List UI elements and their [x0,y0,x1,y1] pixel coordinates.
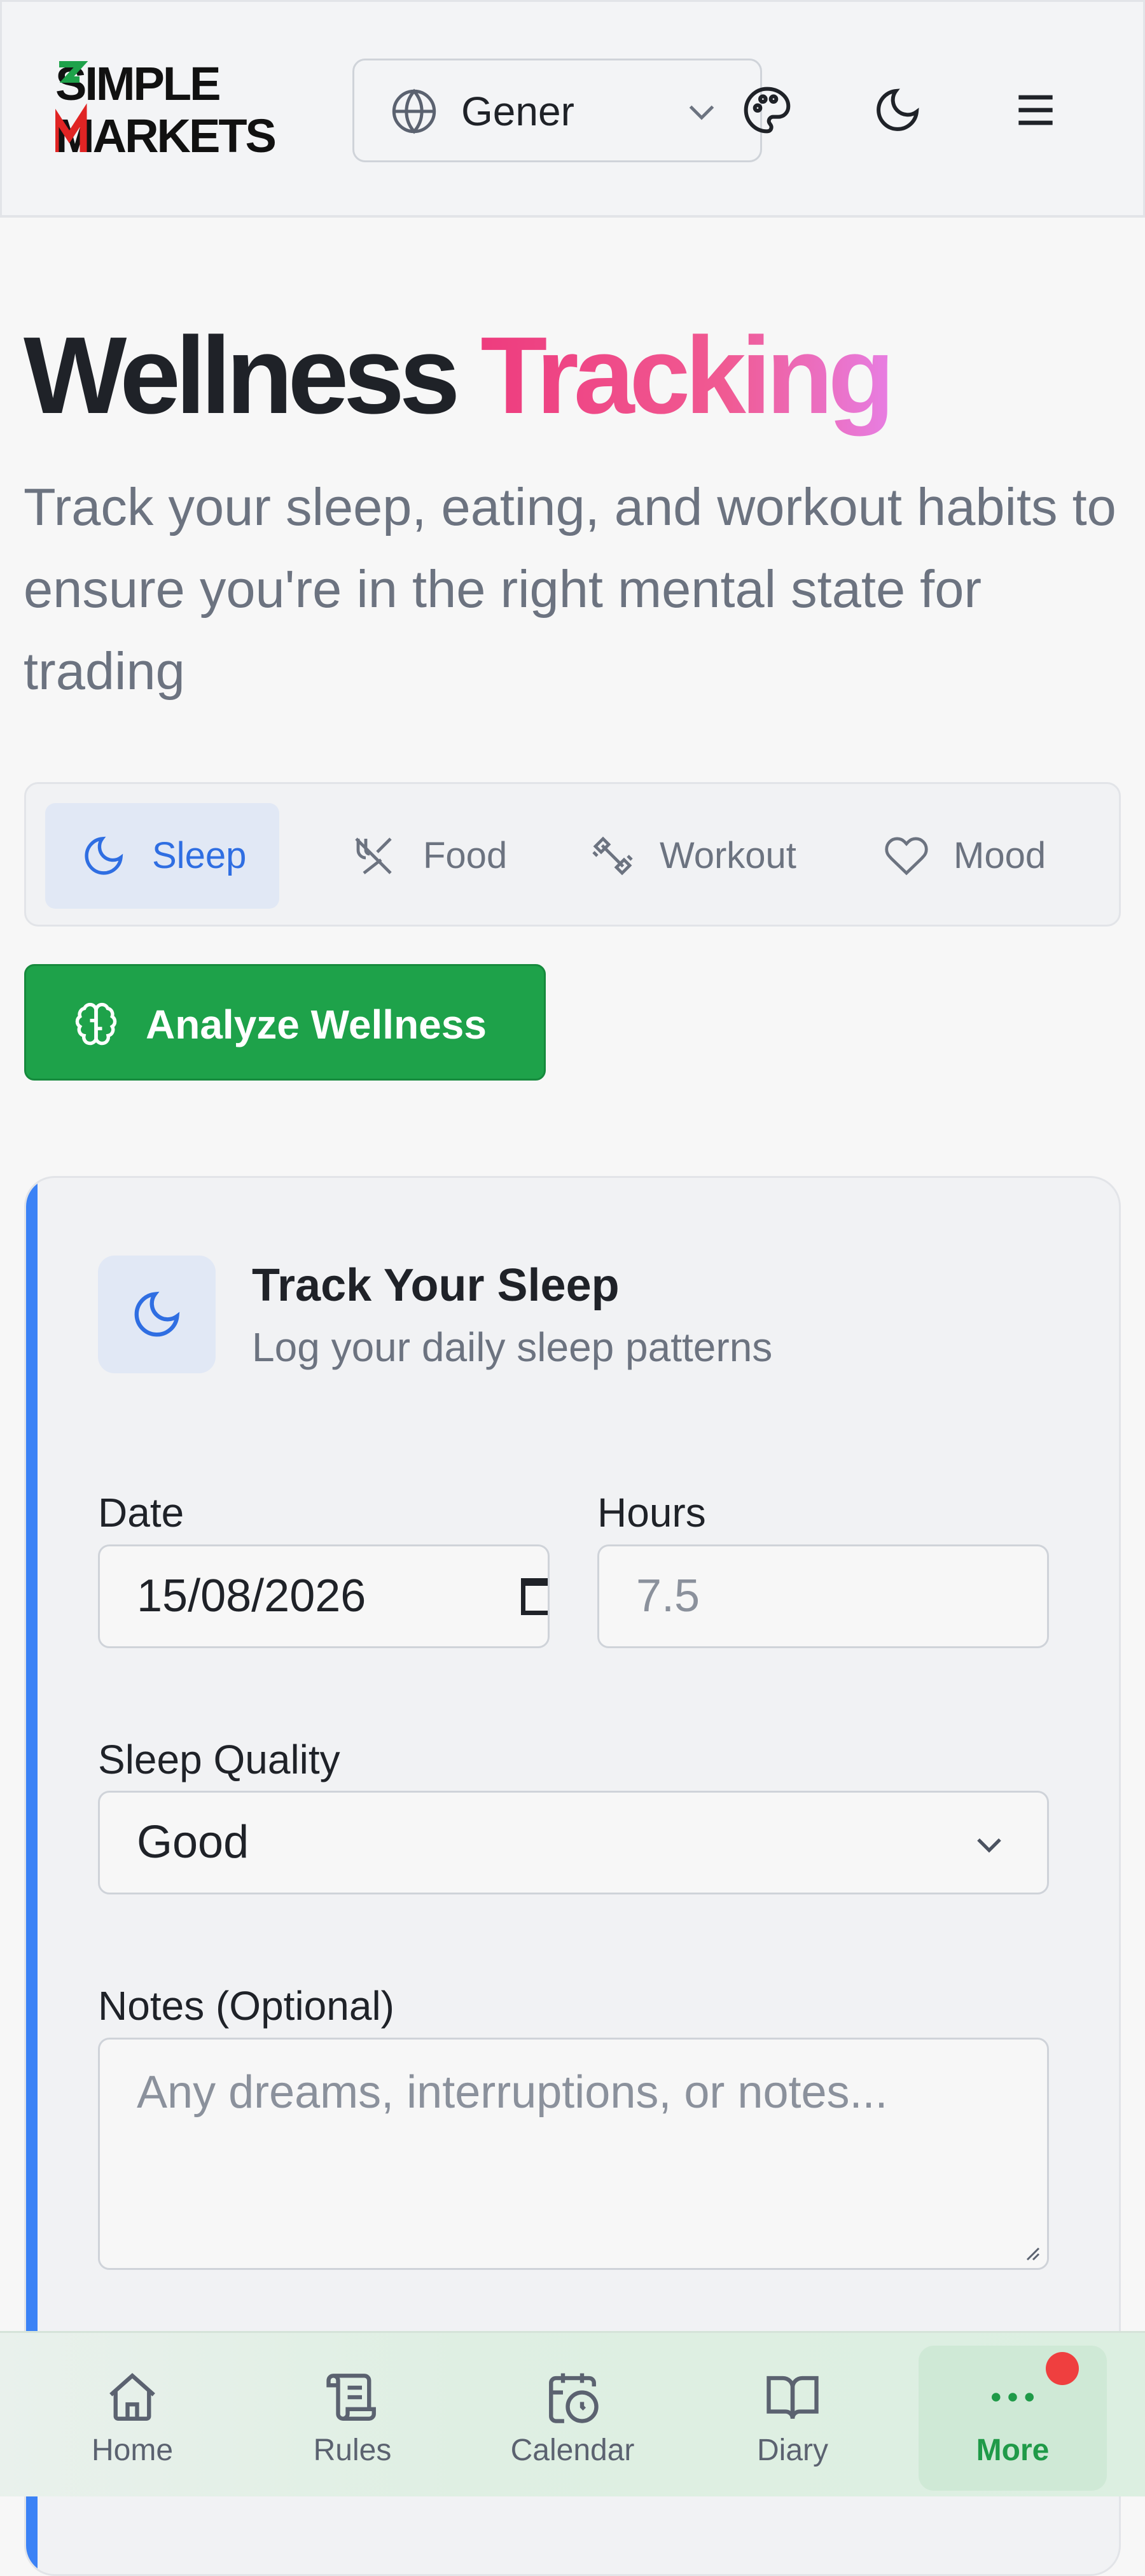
heart-icon [885,837,928,876]
palette-icon[interactable] [742,85,793,136]
book-open-icon [767,2376,819,2419]
calendar-picker-icon[interactable] [521,1578,548,1615]
svg-text:MARKETS: MARKETS [55,109,275,156]
nav-more-label: More [976,2433,1050,2467]
notification-badge [1046,2352,1079,2385]
notes-placeholder: Any dreams, interruptions, or notes... [137,2067,888,2118]
date-input[interactable]: 15/08/2026 [98,1544,550,1648]
hours-label: Hours [597,1490,706,1536]
nav-diary-label: Diary [756,2433,828,2467]
tab-overflow[interactable] [1107,803,1119,909]
page-title-main: Wellness [24,314,461,437]
wellness-tabs: Sleep Food Workout Mood [24,782,1121,927]
tab-sleep[interactable]: Sleep [45,803,279,909]
brain-icon [75,1002,117,1046]
nav-calendar[interactable]: Calendar [477,2346,668,2486]
dark-mode-moon-icon[interactable] [872,85,923,136]
resize-handle-icon[interactable] [1022,2243,1041,2262]
page-subtitle: Track your sleep, eating, and workout ha… [24,477,1116,701]
app-header: SIMPLE MARKETS Gener [0,0,1145,218]
scroll-icon [326,2374,376,2421]
simple-markets-logo[interactable]: SIMPLE MARKETS [55,60,301,156]
menu-icon[interactable] [1010,85,1061,136]
language-select-value: Gener [461,88,574,134]
card-icon-box [98,1256,216,1373]
analyze-wellness-button[interactable]: Analyze Wellness [24,964,546,1081]
calendar-clock-icon [549,2373,599,2423]
chevron-down-icon [977,1838,1001,1853]
nav-home[interactable]: Home [37,2346,228,2486]
page-title: Wellness Tracking [24,312,895,439]
dumbbell-icon [592,836,633,876]
date-input-value: 15/08/2026 [137,1571,366,1621]
sleep-quality-value: Good [137,1817,249,1868]
card-title: Track Your Sleep [252,1260,620,1311]
tab-food-label: Food [423,835,508,876]
notes-label: Notes (Optional) [98,1983,394,2029]
language-select[interactable]: Gener [352,59,762,162]
nav-rules-label: Rules [313,2433,392,2467]
card-subtitle: Log your daily sleep patterns [252,1324,773,1370]
tab-sleep-label: Sleep [152,835,247,876]
nav-calendar-label: Calendar [510,2433,635,2467]
bottom-navigation: Home Rules Calendar Diary More [0,2331,1145,2496]
tab-workout[interactable]: Workout [560,803,828,909]
tab-workout-label: Workout [660,835,796,876]
date-label: Date [98,1490,184,1536]
moon-icon [134,1291,180,1337]
nav-home-label: Home [91,2433,174,2467]
page-title-accent: Tracking [480,314,894,437]
home-icon [109,2372,155,2421]
hours-input[interactable]: 7.5 [597,1544,1049,1648]
tab-mood[interactable]: Mood [853,803,1063,909]
moon-icon [85,836,123,875]
nav-diary[interactable]: Diary [697,2346,888,2486]
nav-more[interactable]: More [919,2346,1107,2491]
nav-rules[interactable]: Rules [257,2346,448,2486]
more-dots-icon [992,2393,1034,2402]
globe-icon [392,88,436,134]
analyze-wellness-label: Analyze Wellness [146,1002,487,1047]
sleep-quality-select[interactable]: Good [98,1791,1049,1894]
hours-input-placeholder: 7.5 [636,1571,700,1621]
chevron-down-icon [689,105,714,120]
tab-mood-label: Mood [954,835,1046,876]
notes-textarea[interactable]: Any dreams, interruptions, or notes... [98,2038,1049,2270]
utensils-icon [355,837,392,874]
sleep-quality-label: Sleep Quality [98,1737,340,1782]
tab-food[interactable]: Food [325,803,535,909]
